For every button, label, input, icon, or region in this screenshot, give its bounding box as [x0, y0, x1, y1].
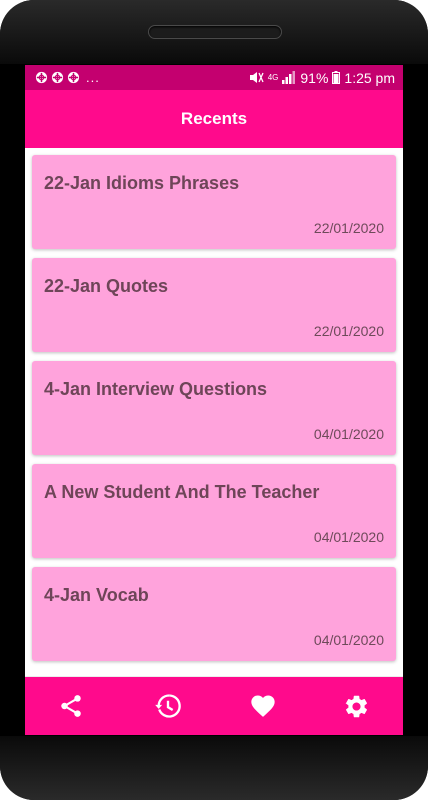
page-title: Recents — [180, 109, 248, 128]
item-date: 04/01/2020 — [313, 426, 384, 442]
item-date: 22/01/2020 — [313, 323, 384, 339]
item-title: 4-Jan Interview Questions — [44, 379, 268, 399]
item-title: 22-Jan Idioms Phrases — [44, 173, 240, 193]
list-item[interactable]: 22-Jan Idioms Phrases 22/01/2020 — [32, 155, 396, 249]
settings-button[interactable] — [326, 677, 386, 735]
notification-icon — [67, 71, 80, 84]
clock: 1:25 pm — [344, 69, 395, 86]
notification-icon — [51, 71, 64, 84]
battery-icon — [332, 71, 341, 84]
history-button[interactable] — [138, 677, 198, 735]
item-date: 04/01/2020 — [313, 632, 384, 648]
list-item[interactable]: 4-Jan Vocab 04/01/2020 — [32, 567, 396, 661]
favorites-button[interactable] — [233, 677, 293, 735]
phone-bottom-bezel — [0, 736, 428, 800]
mute-icon — [249, 72, 264, 83]
status-indicators: 4G 91% 1:25 pm — [249, 70, 395, 86]
screen: ... 4G 91% 1:25 pm Recents 22-Jan Idioms… — [25, 65, 403, 735]
item-title: 22-Jan Quotes — [44, 276, 169, 296]
bottom-nav — [25, 677, 403, 735]
item-date: 22/01/2020 — [313, 220, 384, 236]
battery-percent: 91% — [300, 69, 329, 86]
share-icon — [61, 695, 81, 717]
app-bar: Recents — [25, 90, 403, 148]
status-bar: ... 4G 91% 1:25 pm — [25, 65, 403, 90]
phone-frame: ... 4G 91% 1:25 pm Recents 22-Jan Idioms… — [0, 0, 428, 800]
heart-icon — [251, 695, 275, 717]
item-title: 4-Jan Vocab — [44, 585, 149, 605]
list-item[interactable]: 4-Jan Interview Questions 04/01/2020 — [32, 361, 396, 455]
phone-speaker — [148, 25, 282, 39]
share-button[interactable] — [41, 677, 101, 735]
notification-icon — [35, 71, 48, 84]
status-notifications: ... — [35, 70, 100, 85]
signal-icon — [282, 71, 296, 84]
more-notifications: ... — [86, 70, 100, 85]
item-title: A New Student And The Teacher — [44, 482, 320, 502]
list-item[interactable]: A New Student And The Teacher 04/01/2020 — [32, 464, 396, 558]
list-item[interactable]: 22-Jan Quotes 22/01/2020 — [32, 258, 396, 352]
item-date: 04/01/2020 — [313, 529, 384, 545]
recents-list[interactable]: 22-Jan Idioms Phrases 22/01/2020 22-Jan … — [25, 148, 403, 676]
network-type-label: 4G — [267, 72, 279, 82]
settings-icon — [345, 695, 367, 717]
history-icon — [155, 694, 181, 718]
